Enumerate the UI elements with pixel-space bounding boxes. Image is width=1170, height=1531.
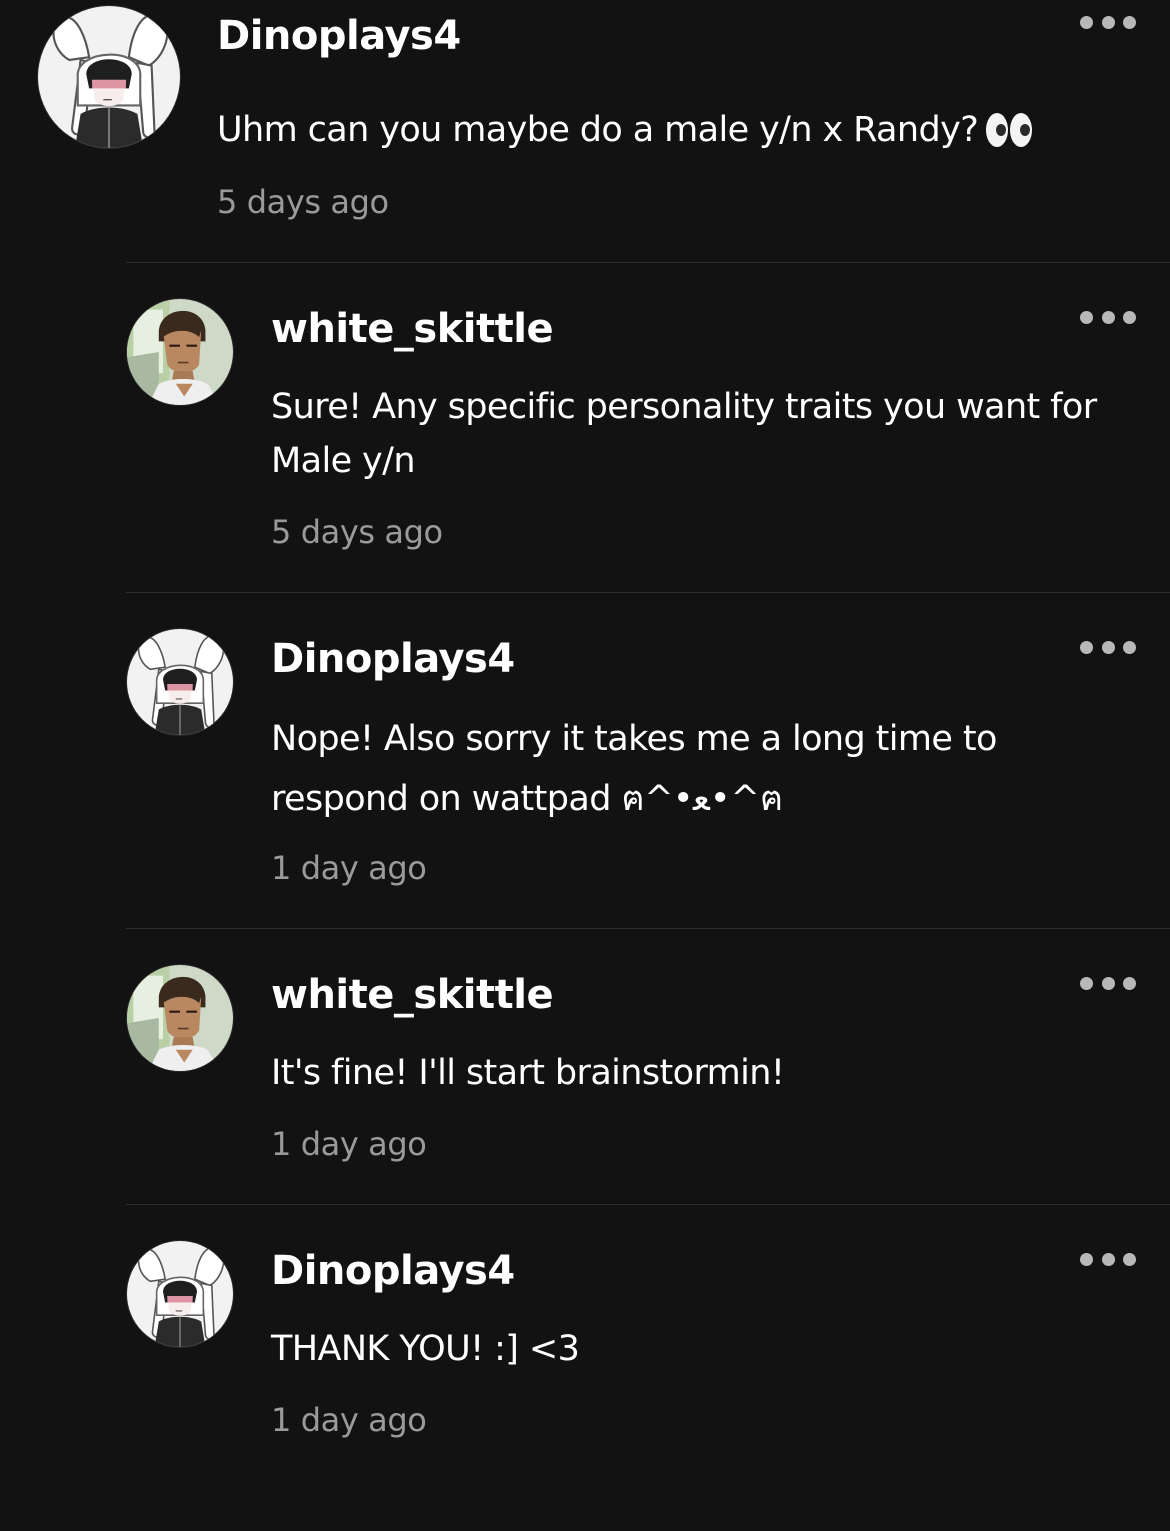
comment-username[interactable]: Dinoplays4 [271, 1247, 515, 1295]
more-options-icon[interactable] [1080, 14, 1136, 30]
more-options-icon[interactable] [1080, 639, 1136, 655]
comment-text: Uhm can you maybe do a male y/n x Randy? [217, 102, 1097, 158]
comment-text: Nope! Also sorry it takes me a long time… [271, 719, 997, 819]
user-avatar[interactable] [126, 298, 234, 406]
comment-reply-item: white_skittle Sure! Any specific persona… [0, 263, 1170, 592]
comment-item: Dinoplays4 Uhm can you maybe do a male y… [0, 0, 1170, 262]
comment-username[interactable]: white_skittle [271, 971, 554, 1019]
comment-timestamp: 1 day ago [271, 849, 427, 887]
user-avatar[interactable] [126, 628, 234, 736]
comment-timestamp: 1 day ago [271, 1401, 427, 1439]
comment-reply-item: Dinoplays4 THANK YOU! :] <3 1 day ago [0, 1205, 1170, 1531]
anime-boy-avatar-icon [127, 965, 233, 1071]
bunny-hood-avatar-icon [127, 629, 233, 735]
comment-reply-item: white_skittle It's fine! I'll start brai… [0, 929, 1170, 1204]
user-avatar[interactable] [126, 1240, 234, 1348]
bunny-hood-avatar-icon [38, 6, 180, 148]
user-avatar[interactable] [126, 964, 234, 1072]
comment-text: Sure! Any specific personality traits yo… [271, 387, 1097, 481]
more-options-icon[interactable] [1080, 975, 1136, 991]
anime-boy-avatar-icon [127, 299, 233, 405]
comment-username[interactable]: Dinoplays4 [217, 12, 461, 60]
user-avatar[interactable] [37, 5, 181, 149]
bunny-hood-avatar-icon [127, 1241, 233, 1347]
eyes-emoji-icon [986, 113, 1033, 147]
comment-text-content: Uhm can you maybe do a male y/n x Randy? [217, 110, 979, 150]
comment-text: It's fine! I'll start brainstormin! [271, 1053, 785, 1093]
comment-username[interactable]: Dinoplays4 [271, 635, 515, 683]
comment-text: THANK YOU! :] <3 [271, 1329, 580, 1369]
comment-reply-item: Dinoplays4 Nope! Also sorry it takes me … [0, 593, 1170, 928]
comment-timestamp: 1 day ago [271, 1125, 427, 1163]
comment-timestamp: 5 days ago [217, 183, 389, 221]
more-options-icon[interactable] [1080, 1251, 1136, 1267]
comment-username[interactable]: white_skittle [271, 305, 554, 353]
more-options-icon[interactable] [1080, 309, 1136, 325]
comment-timestamp: 5 days ago [271, 513, 443, 551]
